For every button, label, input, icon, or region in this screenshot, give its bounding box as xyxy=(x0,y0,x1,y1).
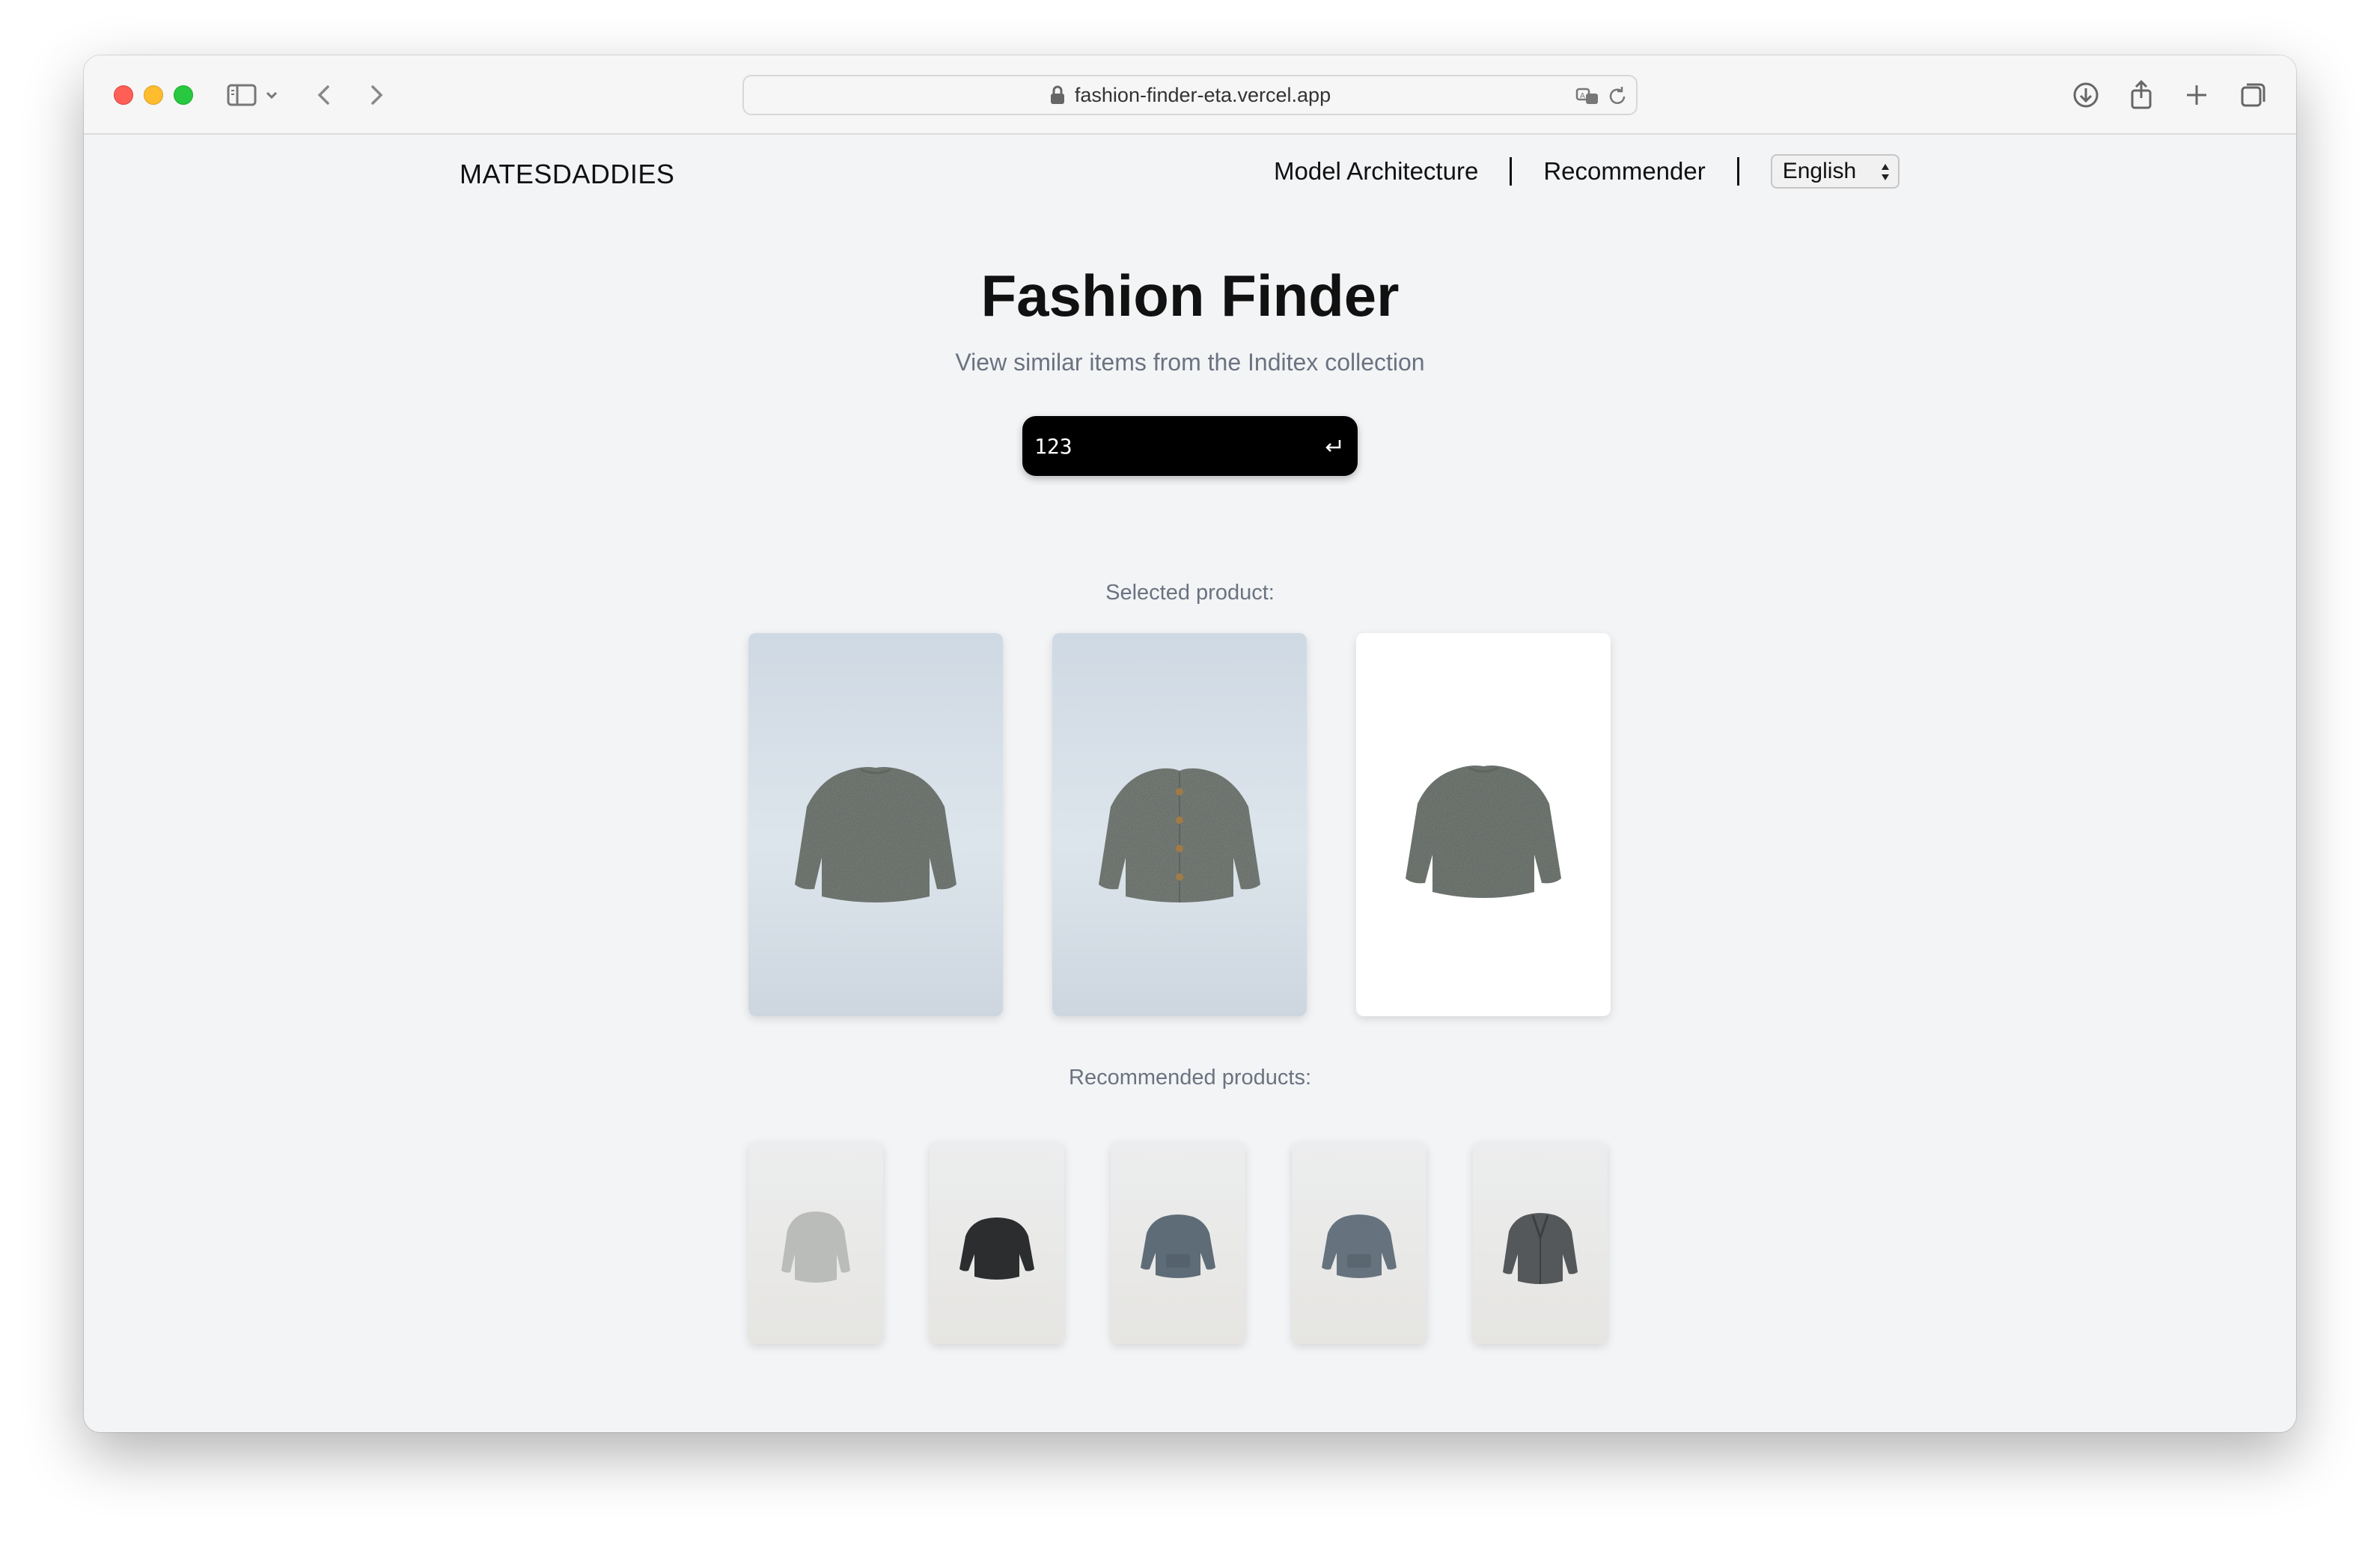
selected-product-image-2[interactable] xyxy=(1052,633,1307,1016)
tab-overview-icon[interactable] xyxy=(2236,78,2271,112)
selected-product-label: Selected product: xyxy=(1105,581,1275,605)
nav-model-architecture[interactable]: Model Architecture xyxy=(1274,157,1478,186)
forward-icon[interactable] xyxy=(359,78,394,112)
selected-product-image-1[interactable] xyxy=(748,633,1003,1016)
browser-window: fashion-finder-eta.vercel.app A MATESDAD… xyxy=(84,55,2296,1432)
minimize-window-button[interactable] xyxy=(144,85,163,105)
recommended-product-2[interactable] xyxy=(930,1142,1064,1344)
grey-fleece-cardigan-front-icon xyxy=(1099,768,1260,902)
translate-icon[interactable]: A xyxy=(1575,84,1600,109)
recommended-product-4[interactable] xyxy=(1292,1142,1427,1344)
top-nav: Model Architecture Recommender English xyxy=(1274,154,1900,189)
new-tab-icon[interactable] xyxy=(2179,78,2214,112)
page-content: MATESDADDIES Model Architecture Recommen… xyxy=(84,136,2296,1432)
nav-divider xyxy=(1510,157,1513,186)
close-window-button[interactable] xyxy=(114,85,133,105)
black-sweater-icon xyxy=(959,1217,1034,1280)
recommended-products-label: Recommended products: xyxy=(1069,1066,1311,1090)
blue-grey-sweater-icon xyxy=(1322,1214,1397,1278)
nav-divider xyxy=(1736,157,1739,186)
brand-logo[interactable]: MATESDADDIES xyxy=(460,159,674,190)
url-text: fashion-finder-eta.vercel.app xyxy=(1074,83,1331,106)
recommended-product-3[interactable] xyxy=(1111,1142,1245,1344)
selected-product-image-3[interactable] xyxy=(1356,633,1611,1016)
downloads-icon[interactable] xyxy=(2069,78,2103,112)
recommended-product-1[interactable] xyxy=(748,1142,883,1344)
back-icon[interactable] xyxy=(307,78,341,112)
chevron-down-icon[interactable] xyxy=(262,78,281,112)
language-select-value: English xyxy=(1782,159,1857,183)
reload-icon[interactable] xyxy=(1605,84,1630,109)
grey-cardigan-icon xyxy=(1503,1213,1578,1284)
product-search xyxy=(1022,416,1358,476)
blue-grey-sweater-icon xyxy=(1141,1214,1215,1278)
page-title: Fashion Finder xyxy=(980,263,1400,329)
grey-fleece-sweater-back-icon xyxy=(795,767,956,902)
language-select[interactable]: English xyxy=(1770,154,1900,189)
sidebar-icon[interactable] xyxy=(225,78,259,112)
nav-recommender[interactable]: Recommender xyxy=(1543,157,1705,186)
recommended-product-5[interactable] xyxy=(1473,1142,1608,1344)
product-id-input[interactable] xyxy=(1034,416,1304,476)
zoom-window-button[interactable] xyxy=(174,85,193,105)
browser-toolbar: fashion-finder-eta.vercel.app A xyxy=(84,55,2296,135)
page-subtitle: View similar items from the Inditex coll… xyxy=(955,349,1425,376)
lock-icon xyxy=(1050,85,1064,104)
select-arrows-icon xyxy=(1881,164,1889,180)
enter-icon[interactable] xyxy=(1320,434,1346,459)
grey-fleece-sweater-icon xyxy=(1406,766,1561,898)
address-bar[interactable]: fashion-finder-eta.vercel.app A xyxy=(742,75,1638,115)
light-grey-sweater-icon xyxy=(781,1212,850,1283)
svg-text:A: A xyxy=(1580,92,1585,100)
share-icon[interactable] xyxy=(2124,78,2158,112)
